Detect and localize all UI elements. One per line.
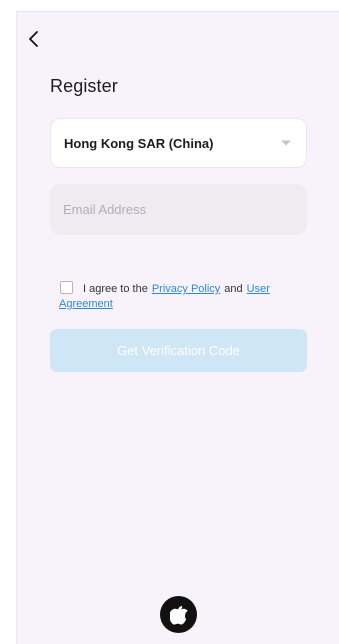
user-agreement-link-part2[interactable]: Agreement — [59, 298, 113, 310]
back-button[interactable] — [23, 28, 45, 50]
region-value: Hong Kong SAR (China) — [64, 135, 214, 151]
privacy-policy-link[interactable]: Privacy Policy — [152, 283, 220, 295]
email-input[interactable] — [50, 184, 307, 235]
agree-checkbox[interactable] — [60, 281, 73, 294]
agreement-prefix: I agree to the — [83, 283, 148, 295]
apple-sign-in-button[interactable] — [160, 596, 197, 633]
agreement-conjunction: and — [224, 283, 243, 295]
caret-down-icon — [281, 140, 291, 146]
page-title: Register — [50, 76, 118, 96]
chevron-left-icon — [29, 31, 38, 47]
agreement-row: I agree to the Privacy Policy and User Agree… — [59, 281, 310, 311]
register-screen: Register Hong Kong SAR (China) I agree t… — [16, 11, 339, 644]
user-agreement-link-part1[interactable]: User — [247, 283, 270, 295]
apple-icon — [169, 605, 188, 625]
get-verification-code-button[interactable]: Get Verification Code — [50, 329, 307, 372]
region-select[interactable]: Hong Kong SAR (China) — [50, 118, 307, 168]
